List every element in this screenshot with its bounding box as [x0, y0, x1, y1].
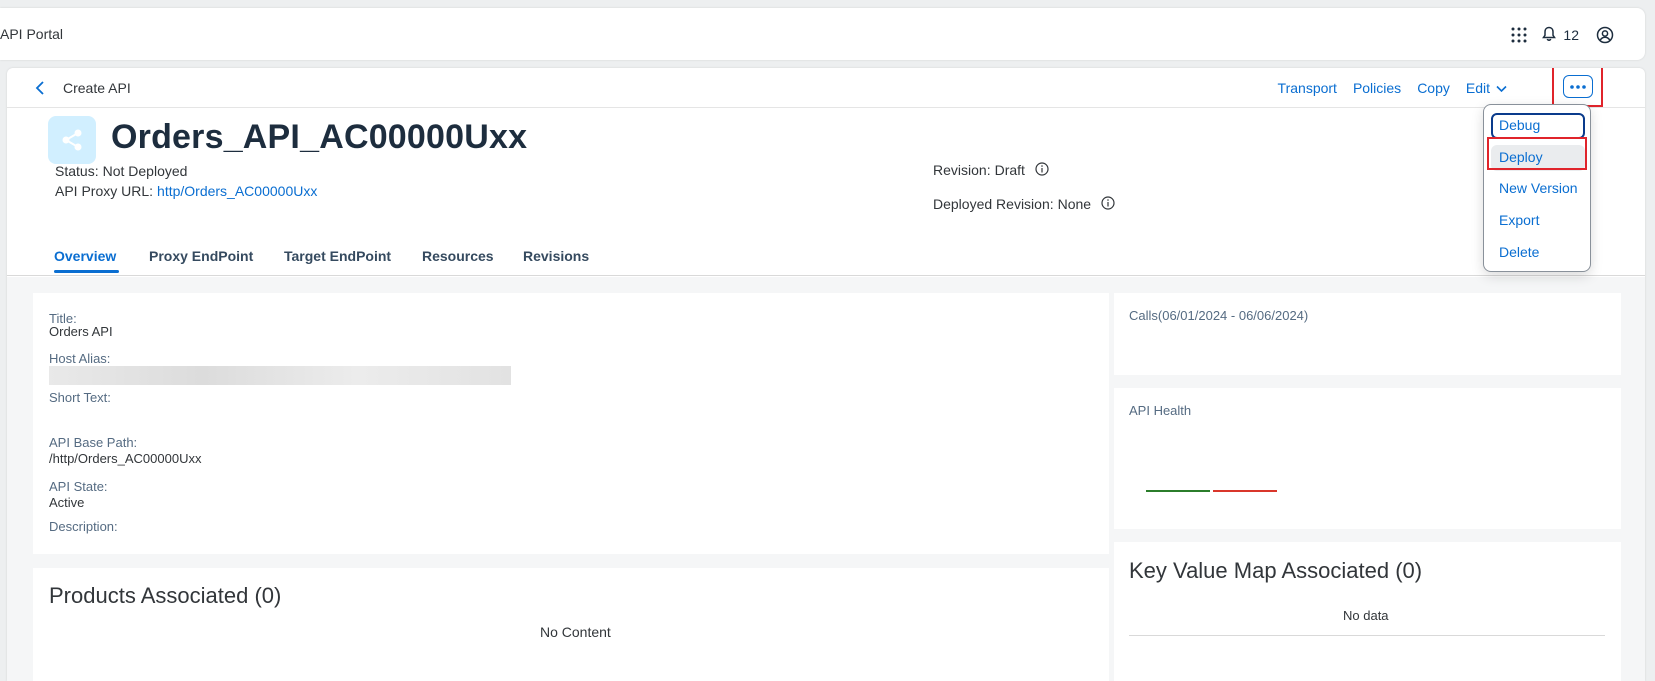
health-bar-error — [1213, 490, 1277, 492]
revision-value: Draft — [994, 162, 1025, 178]
edit-label: Edit — [1465, 80, 1490, 96]
tab-resources[interactable]: Resources — [422, 248, 494, 264]
user-icon[interactable] — [1583, 22, 1627, 48]
page-toolbar: Create API Transport Policies Copy Edit — [7, 68, 1645, 108]
calls-card: Calls(06/01/2024 - 06/06/2024) — [1114, 293, 1621, 375]
kvm-divider — [1129, 635, 1605, 636]
revision-attribute: Revision: Draft — [933, 162, 1051, 178]
copy-button[interactable]: Copy — [1409, 76, 1458, 100]
menu-item-export[interactable]: Export — [1491, 208, 1585, 234]
products-heading: Products Associated (0) — [49, 583, 282, 608]
base-path-label: API Base Path: — [49, 435, 138, 450]
tab-proxy-endpoint[interactable]: Proxy EndPoint — [149, 248, 253, 264]
info-icon[interactable] — [1035, 162, 1051, 178]
deployed-revision-value: None — [1057, 196, 1092, 212]
header-actions: Transport Policies Copy Edit — [1270, 76, 1515, 100]
health-bar-success — [1146, 490, 1210, 492]
notifications-button[interactable]: 12 — [1541, 26, 1579, 45]
status-label: Status: — [55, 163, 99, 179]
short-text-label: Short Text: — [49, 390, 111, 405]
chevron-down-icon — [1496, 80, 1507, 96]
proxy-url-label: API Proxy URL: — [55, 183, 154, 199]
products-empty-text: No Content — [540, 624, 611, 640]
proxy-url-attribute: API Proxy URL: http/Orders_AC00000Uxx — [55, 183, 317, 199]
api-health-card: API Health — [1114, 388, 1621, 529]
notification-count: 12 — [1563, 27, 1579, 43]
info-icon[interactable] — [1101, 196, 1117, 212]
kvm-empty-text: No data — [1343, 608, 1389, 623]
kvm-heading: Key Value Map Associated (0) — [1129, 558, 1423, 583]
menu-item-debug[interactable]: Debug — [1491, 113, 1585, 139]
chevron-left-icon[interactable] — [29, 77, 51, 99]
revision-label: Revision: — [933, 162, 991, 178]
base-path-value: /http/Orders_AC00000Uxx — [49, 451, 202, 466]
overview-card: Title: Orders API Host Alias: Short Text… — [33, 293, 1109, 554]
description-label: Description: — [49, 519, 118, 534]
shell-actions: 12 — [1497, 22, 1627, 48]
bell-icon — [1541, 26, 1557, 45]
host-alias-value-redacted — [49, 366, 511, 385]
title-value: Orders API — [49, 324, 113, 339]
edit-button[interactable]: Edit — [1458, 76, 1515, 100]
policies-button[interactable]: Policies — [1345, 76, 1409, 100]
tab-overview[interactable]: Overview — [54, 248, 116, 264]
calls-heading: Calls(06/01/2024 - 06/06/2024) — [1129, 308, 1309, 323]
more-icon[interactable] — [1563, 75, 1593, 98]
active-tab-indicator — [54, 270, 119, 273]
tab-revisions[interactable]: Revisions — [523, 248, 589, 264]
kvm-card: Key Value Map Associated (0) No data — [1114, 542, 1621, 681]
state-label: API State: — [49, 479, 108, 494]
status-attribute: Status: Not Deployed — [55, 163, 187, 179]
share-icon — [48, 116, 96, 164]
deployed-revision-attribute: Deployed Revision: None — [933, 196, 1117, 212]
status-value: Not Deployed — [102, 163, 188, 179]
menu-item-delete[interactable]: Delete — [1491, 240, 1585, 266]
menu-item-new-version[interactable]: New Version — [1491, 176, 1585, 202]
deploy-highlight — [1487, 137, 1587, 170]
shell-bar: API Portal 12 — [0, 8, 1645, 60]
deployed-revision-label: Deployed Revision: — [933, 196, 1054, 212]
state-value: Active — [49, 495, 85, 510]
more-actions-menu: Debug Deploy New Version Export Delete — [1483, 104, 1591, 272]
more-highlight — [1552, 68, 1603, 107]
tab-target-endpoint[interactable]: Target EndPoint — [284, 248, 391, 264]
app-title: API Portal — [0, 26, 64, 42]
api-health-heading: API Health — [1129, 403, 1192, 418]
proxy-url-link[interactable]: http/Orders_AC00000Uxx — [157, 183, 317, 199]
object-page: Create API Transport Policies Copy Edit … — [7, 68, 1645, 681]
content-area: Title: Orders API Host Alias: Short Text… — [7, 277, 1645, 681]
products-card: Products Associated (0) No Content — [33, 568, 1109, 681]
host-alias-label: Host Alias: — [49, 351, 111, 366]
breadcrumb: Create API — [63, 80, 131, 96]
transport-button[interactable]: Transport — [1270, 76, 1345, 100]
page-title: Orders_API_AC00000Uxx — [111, 118, 528, 156]
grid-icon[interactable] — [1497, 22, 1541, 48]
tab-bar: Overview Proxy EndPoint Target EndPoint … — [7, 238, 1645, 276]
